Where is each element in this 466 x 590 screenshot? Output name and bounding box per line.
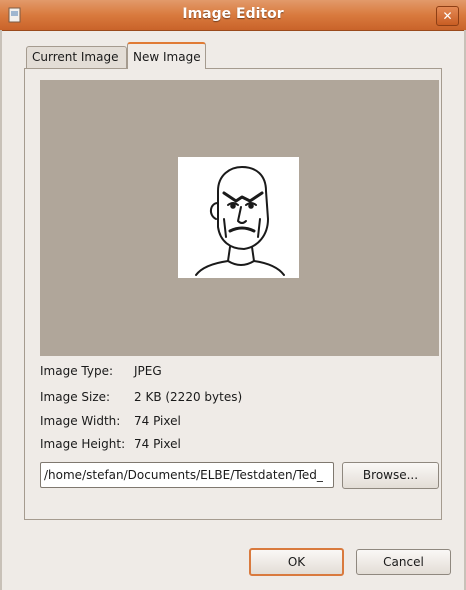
close-icon: ✕ — [442, 9, 453, 23]
browse-button[interactable]: Browse... — [342, 462, 439, 489]
image-height-label: Image Height: — [40, 437, 126, 451]
image-type-value: JPEG — [134, 364, 162, 378]
image-width-label: Image Width: — [40, 414, 121, 428]
image-size-value: 2 KB (2220 bytes) — [134, 390, 243, 404]
image-height-value: 74 Pixel — [134, 437, 181, 451]
caricature-drawing — [195, 166, 285, 276]
ok-button[interactable]: OK — [249, 548, 344, 576]
image-preview-area — [40, 80, 439, 356]
title-bar: Image Editor ✕ — [0, 0, 466, 31]
tab-current-image[interactable]: Current Image — [26, 46, 127, 68]
window-frame-left — [0, 30, 2, 590]
image-size-label: Image Size: — [40, 390, 111, 404]
cancel-button[interactable]: Cancel — [356, 549, 451, 575]
tab-new-image[interactable]: New Image — [127, 42, 206, 69]
window-title: Image Editor — [182, 6, 284, 22]
image-type-label: Image Type: — [40, 364, 114, 378]
close-button[interactable]: ✕ — [436, 6, 459, 26]
image-preview — [178, 157, 299, 278]
image-width-value: 74 Pixel — [134, 414, 181, 428]
file-path-input[interactable]: /home/stefan/Documents/ELBE/Testdaten/Te… — [40, 462, 334, 488]
